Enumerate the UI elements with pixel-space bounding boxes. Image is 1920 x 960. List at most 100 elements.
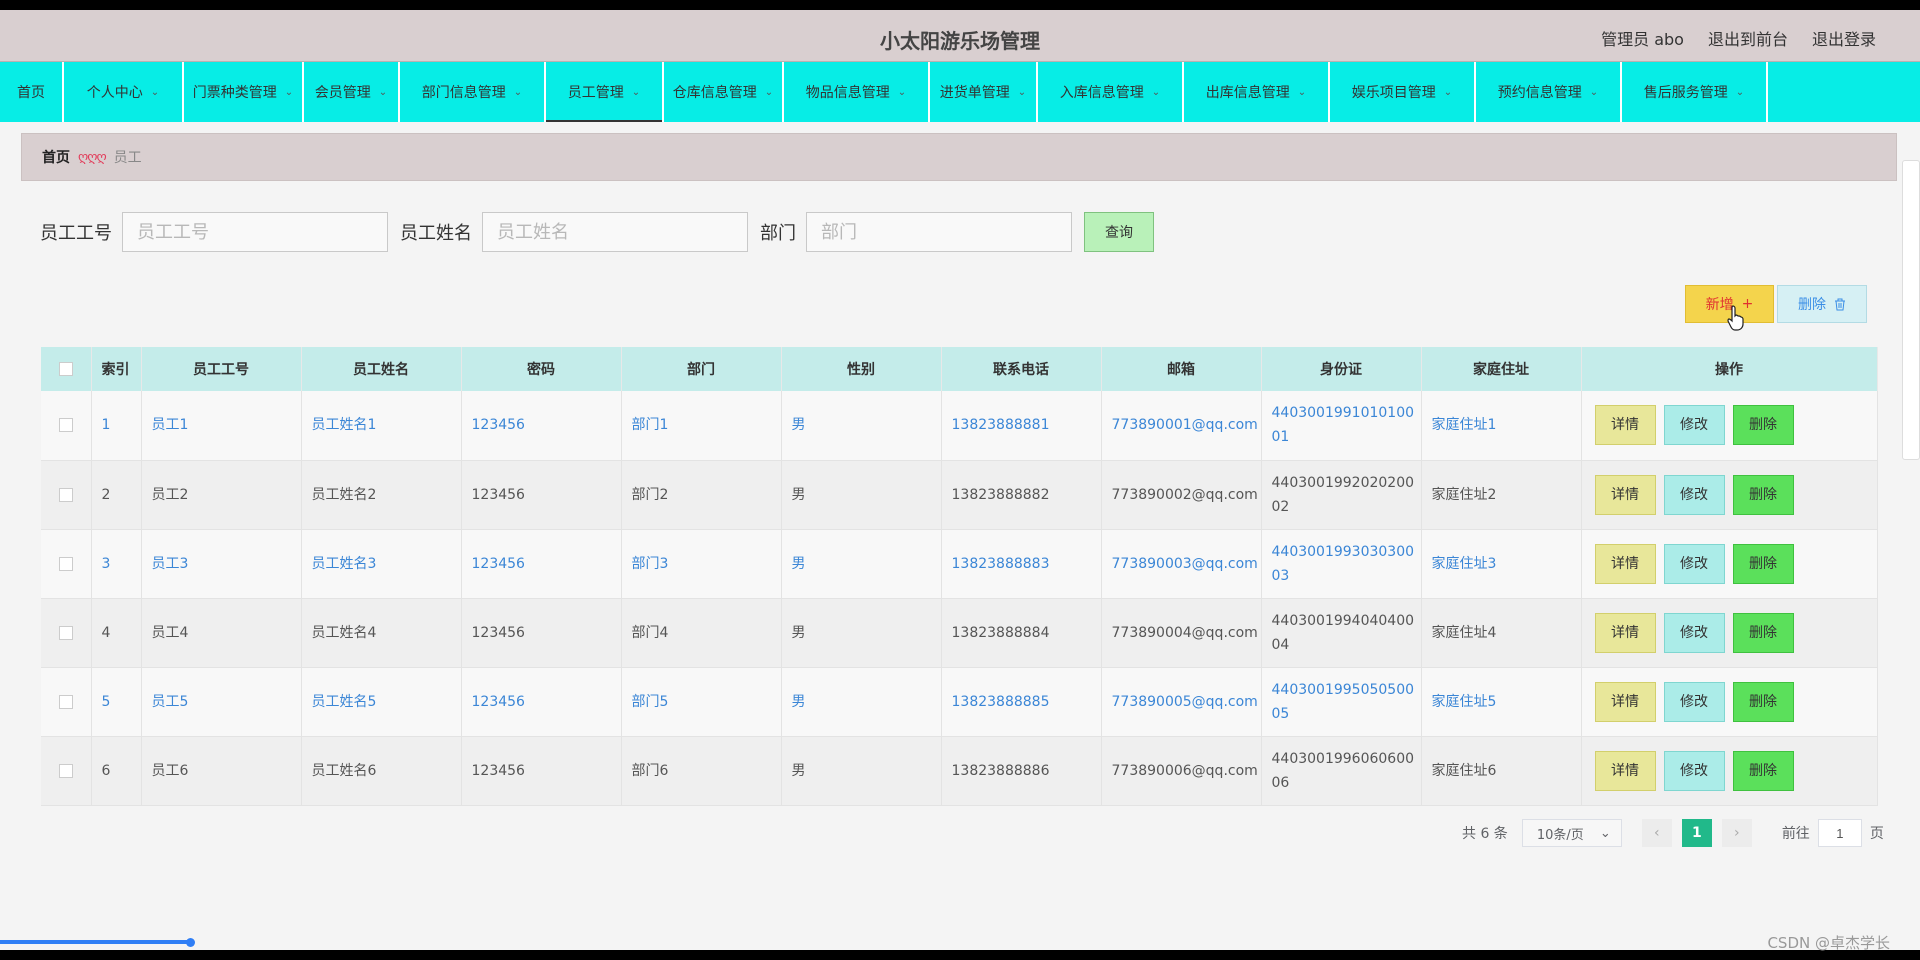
edit-button[interactable]: 修改 bbox=[1663, 681, 1725, 722]
cell-password: 123456 bbox=[461, 598, 622, 668]
video-progress-handle[interactable] bbox=[186, 938, 195, 947]
detail-button[interactable]: 详情 bbox=[1594, 543, 1656, 584]
row-checkbox[interactable] bbox=[58, 487, 73, 502]
edit-button[interactable]: 修改 bbox=[1663, 612, 1725, 653]
detail-button[interactable]: 详情 bbox=[1594, 750, 1656, 791]
detail-button[interactable]: 详情 bbox=[1594, 612, 1656, 653]
delete-button[interactable]: 删除 bbox=[1732, 750, 1794, 791]
row-checkbox-cell[interactable] bbox=[41, 667, 92, 737]
batch-delete-button[interactable]: 删除 bbox=[1777, 285, 1867, 323]
chevron-down-icon: ⌄ bbox=[284, 86, 294, 98]
row-actions: 详情 修改 删除 bbox=[1592, 750, 1877, 791]
column-header: 性别 bbox=[781, 347, 942, 391]
breadcrumb-home[interactable]: 首页 bbox=[42, 147, 70, 167]
nav-item-7[interactable]: 物品信息管理 ⌄ bbox=[784, 62, 930, 122]
row-checkbox-cell[interactable] bbox=[41, 529, 92, 599]
row-checkbox-cell[interactable] bbox=[41, 460, 92, 530]
edit-button[interactable]: 修改 bbox=[1663, 750, 1725, 791]
row-checkbox[interactable] bbox=[58, 556, 73, 571]
detail-button[interactable]: 详情 bbox=[1594, 474, 1656, 515]
nav-item-9[interactable]: 入库信息管理 ⌄ bbox=[1038, 62, 1184, 122]
nav-item-2[interactable]: 门票种类管理 ⌄ bbox=[184, 62, 304, 122]
nav-item-label: 个人中心 bbox=[86, 85, 143, 101]
next-page-button[interactable]: › bbox=[1721, 819, 1752, 847]
app-window: 小太阳游乐场管理 管理员 abo 退出到前台 退出登录 首页 个人中心 ⌄ 门票种类管… bbox=[0, 10, 1920, 950]
row-checkbox[interactable] bbox=[58, 763, 73, 778]
nav-item-3[interactable]: 会员管理 ⌄ bbox=[304, 62, 400, 122]
goto-page-input[interactable] bbox=[1817, 819, 1862, 847]
nav-item-label: 物品信息管理 bbox=[805, 85, 890, 101]
chevron-down-icon: ⌄ bbox=[631, 86, 641, 98]
video-progress-bar[interactable] bbox=[0, 940, 190, 944]
delete-button[interactable]: 删除 bbox=[1732, 543, 1794, 584]
delete-button[interactable]: 删除 bbox=[1732, 612, 1794, 653]
prev-page-button[interactable]: ‹ bbox=[1641, 819, 1672, 847]
frontend-link[interactable]: 退出到前台 bbox=[1708, 26, 1788, 50]
emp-no-label: 员工工号 bbox=[40, 223, 112, 244]
cell-actions: 详情 修改 删除 bbox=[1581, 460, 1878, 530]
edit-button[interactable]: 修改 bbox=[1663, 405, 1725, 446]
nav-item-4[interactable]: 部门信息管理 ⌄ bbox=[400, 62, 546, 122]
row-checkbox-cell[interactable] bbox=[41, 391, 92, 461]
cell-address: 家庭住址3 bbox=[1421, 529, 1582, 599]
delete-button[interactable]: 删除 bbox=[1732, 474, 1794, 515]
detail-button[interactable]: 详情 bbox=[1594, 405, 1656, 446]
cell-id-card: 440300199505050005 bbox=[1261, 667, 1422, 737]
main-nav: 首页 个人中心 ⌄ 门票种类管理 ⌄ 会员管理 ⌄ 部门信息管理 ⌄ 员工管理 ⌄ 仓库信息管理 ⌄ 物品… bbox=[0, 62, 1920, 122]
nav-item-label: 入库信息管理 bbox=[1059, 85, 1144, 101]
row-checkbox[interactable] bbox=[58, 694, 73, 709]
detail-button[interactable]: 详情 bbox=[1594, 681, 1656, 722]
nav-item-12[interactable]: 预约信息管理 ⌄ bbox=[1476, 62, 1622, 122]
query-button[interactable]: 查询 bbox=[1084, 212, 1154, 252]
nav-item-0[interactable]: 首页 bbox=[0, 62, 64, 122]
page-scrollbar[interactable] bbox=[1902, 160, 1920, 460]
edit-button[interactable]: 修改 bbox=[1663, 543, 1725, 584]
row-actions: 详情 修改 删除 bbox=[1592, 681, 1877, 722]
cell-actions: 详情 修改 删除 bbox=[1581, 391, 1878, 461]
row-checkbox[interactable] bbox=[58, 625, 73, 640]
row-checkbox-cell[interactable] bbox=[41, 598, 92, 668]
cell-id-card: 440300199202020002 bbox=[1261, 460, 1422, 530]
cell-id-card: 440300199404040004 bbox=[1261, 598, 1422, 668]
dept-input[interactable] bbox=[806, 212, 1072, 252]
cell-gender: 男 bbox=[781, 529, 942, 599]
nav-item-label: 门票种类管理 bbox=[192, 85, 277, 101]
watermark: CSDN @卓杰学长 bbox=[1767, 934, 1890, 952]
cell-id-card: 440300199303030003 bbox=[1261, 529, 1422, 599]
top-header: 小太阳游乐场管理 管理员 abo 退出到前台 退出登录 bbox=[0, 10, 1920, 62]
emp-no-input[interactable] bbox=[122, 212, 388, 252]
delete-button[interactable]: 删除 bbox=[1732, 681, 1794, 722]
cell-index: 4 bbox=[91, 598, 142, 668]
nav-item-label: 出库信息管理 bbox=[1205, 85, 1290, 101]
cell-name: 员工姓名3 bbox=[301, 529, 462, 599]
logout-link[interactable]: 退出登录 bbox=[1812, 26, 1876, 50]
emp-name-input[interactable] bbox=[482, 212, 748, 252]
nav-item-label: 进货单管理 bbox=[939, 85, 1010, 101]
edit-button[interactable]: 修改 bbox=[1663, 474, 1725, 515]
table-row: 3 员工3 员工姓名3 123456 部门3 男 13823888883 773890003@… bbox=[41, 529, 1878, 599]
chevron-down-icon: ⌄ bbox=[150, 86, 160, 98]
nav-item-10[interactable]: 出库信息管理 ⌄ bbox=[1184, 62, 1330, 122]
chevron-down-icon: ⌄ bbox=[1017, 86, 1027, 98]
page-size-select[interactable]: 10条/页 ⌄ bbox=[1521, 819, 1622, 847]
delete-button[interactable]: 删除 bbox=[1732, 405, 1794, 446]
chevron-down-icon: ⌄ bbox=[764, 86, 774, 98]
nav-item-11[interactable]: 娱乐项目管理 ⌄ bbox=[1330, 62, 1476, 122]
select-all-checkbox-cell[interactable] bbox=[41, 347, 92, 391]
row-checkbox[interactable] bbox=[58, 418, 73, 433]
chevron-left-icon: ‹ bbox=[1654, 825, 1660, 841]
cell-password: 123456 bbox=[461, 529, 622, 599]
select-all-checkbox[interactable] bbox=[58, 362, 73, 376]
row-actions: 详情 修改 删除 bbox=[1592, 474, 1877, 515]
chevron-down-icon: ⌄ bbox=[1599, 825, 1611, 841]
nav-item-6[interactable]: 仓库信息管理 ⌄ bbox=[664, 62, 784, 122]
nav-item-8[interactable]: 进货单管理 ⌄ bbox=[930, 62, 1038, 122]
column-header: 部门 bbox=[621, 347, 782, 391]
cell-dept: 部门1 bbox=[621, 391, 782, 461]
nav-item-5[interactable]: 员工管理 ⌄ bbox=[546, 62, 664, 122]
row-checkbox-cell[interactable] bbox=[41, 736, 92, 806]
page-number-1[interactable]: 1 bbox=[1681, 819, 1712, 847]
cell-name: 员工姓名5 bbox=[301, 667, 462, 737]
nav-item-1[interactable]: 个人中心 ⌄ bbox=[64, 62, 184, 122]
nav-item-13[interactable]: 售后服务管理 ⌄ bbox=[1622, 62, 1768, 122]
